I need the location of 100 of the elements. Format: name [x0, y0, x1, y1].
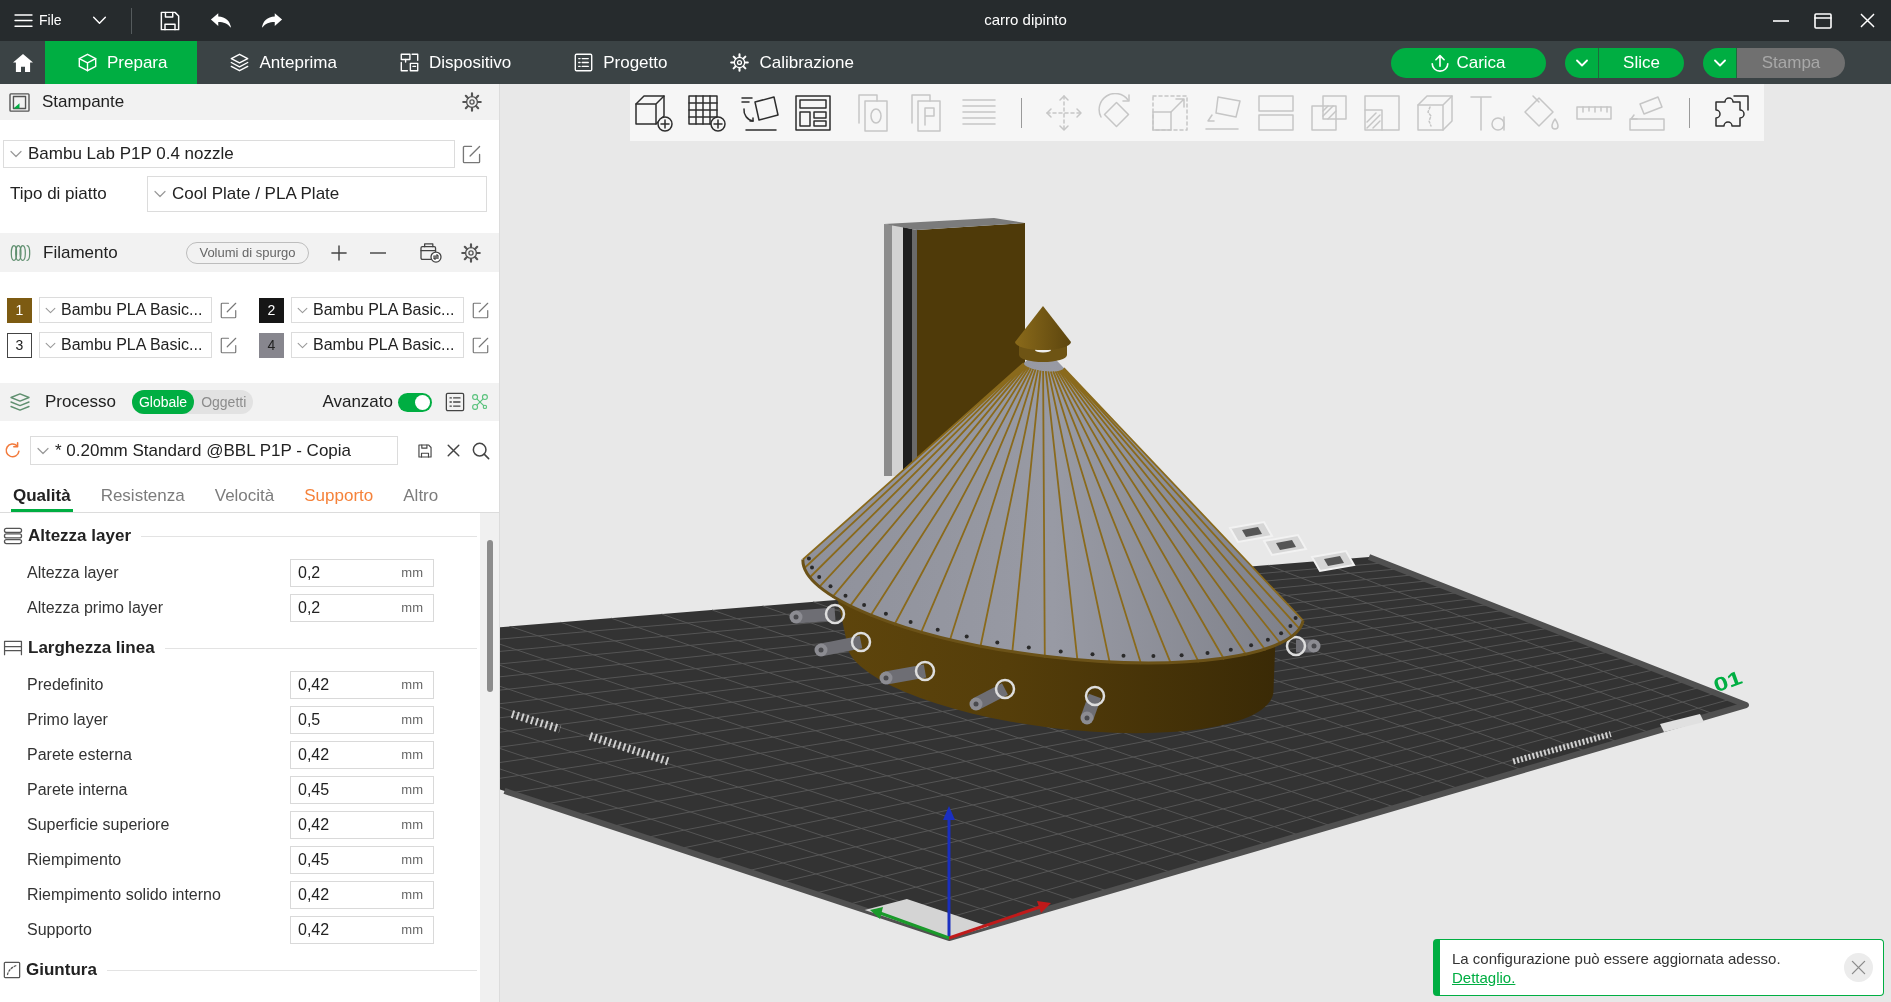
setting-label: Parete esterna [27, 744, 133, 765]
input-field[interactable]: 0,42 mm [290, 810, 434, 839]
devices-icon [399, 53, 419, 72]
unit-label: mm [401, 850, 423, 869]
tile-icon[interactable] [1228, 520, 1274, 544]
nav-tab[interactable]: Calibrazione [697, 41, 884, 84]
unit-label: mm [401, 563, 423, 582]
edit-icon[interactable] [462, 144, 481, 164]
edit-icon[interactable] [220, 336, 237, 354]
setting-label: Primo layer [27, 709, 109, 730]
upload-icon [1431, 53, 1450, 72]
add-cube-icon[interactable] [634, 92, 674, 133]
close-icon[interactable] [447, 444, 460, 457]
plus-icon[interactable] [331, 244, 347, 261]
unit-label: mm [401, 885, 423, 904]
setting-label: Riempimento [27, 849, 123, 870]
unit-label: mm [401, 815, 423, 834]
unit-label: mm [401, 710, 423, 729]
process-preset-dropdown[interactable]: * 0.20mm Standard @BBL P1P - Copia [30, 436, 398, 465]
edit-icon[interactable] [220, 301, 237, 319]
redo-icon[interactable] [260, 12, 283, 29]
maximize-icon[interactable] [1814, 12, 1832, 29]
filament-color-tag[interactable]: 1 [7, 297, 32, 323]
group-title: Giuntura [26, 959, 97, 982]
file-menu-button[interactable]: File [0, 0, 64, 41]
save-icon[interactable] [418, 443, 432, 458]
settings-icon[interactable] [461, 242, 481, 263]
unit-label: mm [401, 745, 423, 764]
toggle-switch[interactable] [398, 392, 432, 412]
search-icon[interactable] [472, 441, 490, 460]
scrollbar-thumb[interactable] [487, 540, 493, 692]
section-title: Filamento [43, 241, 118, 264]
field-label: Tipo di piatto [10, 183, 108, 206]
home-icon[interactable] [11, 52, 34, 73]
plate-number: 01 [1710, 665, 1746, 697]
chevron-down-icon[interactable] [91, 16, 107, 25]
filament-dropdown[interactable]: Bambu PLA Basic... [291, 332, 464, 358]
nav-tab[interactable]: Anteprima [197, 41, 367, 84]
minus-icon[interactable] [370, 251, 386, 254]
printer-icon [9, 92, 30, 112]
input-field[interactable]: 0,42 mm [290, 740, 434, 769]
chevron-down-icon [154, 190, 166, 198]
refresh-icon[interactable] [4, 442, 21, 459]
chevron-down-icon [10, 150, 22, 158]
edit-icon[interactable] [472, 301, 489, 319]
input-field[interactable]: 0,45 mm [290, 775, 434, 804]
input-field[interactable]: 0,5 mm [290, 705, 434, 734]
nav-tab[interactable]: Progetto [541, 41, 698, 84]
settings-tab[interactable]: Velocità [212, 482, 277, 512]
box-arrows-icon[interactable] [420, 242, 442, 263]
chevron-down-icon [1575, 58, 1588, 67]
filament-color-tag[interactable]: 3 [7, 332, 32, 358]
cube-icon [78, 53, 97, 72]
filament-dropdown[interactable]: Bambu PLA Basic... [39, 332, 212, 358]
coil-icon [10, 243, 31, 262]
unit-label: mm [401, 675, 423, 694]
settings-tab[interactable]: Qualità [11, 482, 73, 512]
filament-dropdown[interactable]: Bambu PLA Basic... [291, 297, 464, 323]
layers-stack-icon [3, 527, 23, 545]
list-icon[interactable] [445, 392, 465, 412]
setting-label: Superficie superiore [27, 814, 171, 835]
input-field[interactable]: 0,42 mm [290, 915, 434, 944]
chevron-down-icon [37, 446, 49, 455]
chevron-down-icon [297, 341, 308, 349]
gear-icon [730, 53, 750, 72]
input-field[interactable]: 0,45 mm [290, 845, 434, 874]
tile-icon[interactable] [1310, 549, 1356, 573]
minimize-icon[interactable] [1773, 19, 1789, 22]
printer-dropdown[interactable]: Bambu Lab P1P 0.4 nozzle [3, 140, 455, 168]
tile-icon[interactable] [1262, 533, 1308, 557]
layout-icon[interactable] [793, 92, 833, 133]
notification-message: La configurazione può essere aggiornata adesso. [1452, 948, 1781, 968]
close-button[interactable] [1844, 953, 1873, 982]
setting-label: Riempimento solido interno [27, 884, 222, 905]
setting-label: Predefinito [27, 674, 105, 695]
edit-icon[interactable] [472, 336, 489, 354]
shelf-icon [3, 640, 23, 656]
advanced-label: Avanzato [322, 391, 393, 414]
window-title: carro dipinto [984, 10, 1067, 31]
nav-tab[interactable]: Dispositivo [366, 41, 542, 84]
input-field[interactable]: 0,42 mm [290, 670, 434, 699]
group-title: Altezza layer [28, 525, 131, 548]
input-field[interactable]: 0,2 mm [290, 593, 434, 622]
filament-color-tag[interactable]: 4 [259, 332, 284, 358]
filament-dropdown[interactable]: Bambu PLA Basic... [39, 297, 212, 323]
input-field[interactable]: 0,42 mm [290, 880, 434, 909]
layers-icon [9, 393, 31, 411]
axes-icon [870, 806, 1051, 940]
dropdown-button[interactable] [1565, 47, 1599, 78]
add-grid-icon[interactable] [687, 92, 727, 133]
settings-icon[interactable] [462, 92, 482, 112]
nodes-icon[interactable] [471, 393, 489, 411]
settings-tab[interactable]: Resistenza [98, 482, 187, 512]
settings-tab[interactable]: Altro [401, 482, 441, 512]
unit-label: mm [401, 780, 423, 799]
input-field[interactable]: 0,2 mm [290, 558, 434, 587]
plate-type-dropdown[interactable]: Cool Plate / PLA Plate [147, 176, 487, 212]
layers-icon [230, 53, 250, 72]
undo-icon[interactable] [209, 12, 232, 29]
filament-color-tag[interactable]: 2 [259, 297, 284, 323]
